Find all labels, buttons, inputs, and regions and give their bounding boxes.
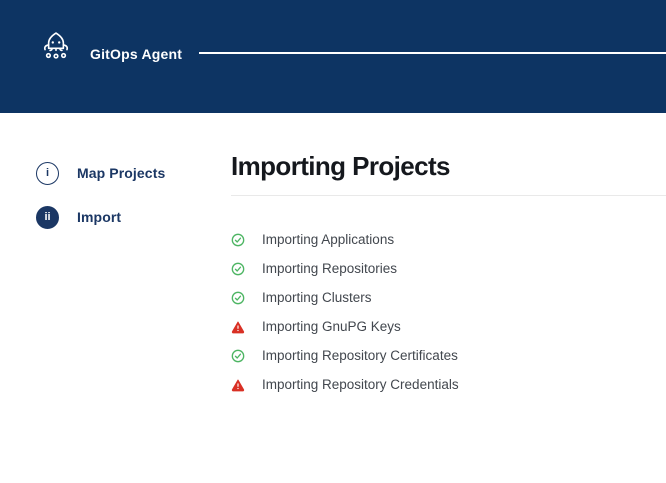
header-divider	[199, 52, 666, 54]
brand-title: GitOps Agent	[90, 46, 182, 62]
status-item-label: Importing Repository Certificates	[262, 348, 458, 363]
page: GitOps Agent i Map Projects ii Import Im…	[0, 0, 666, 483]
check-circle-icon	[231, 262, 245, 276]
wizard-step-import[interactable]: ii Import	[36, 205, 226, 229]
wizard-step-label-import: Import	[77, 209, 121, 225]
argo-squid-logo-icon	[39, 30, 73, 64]
check-circle-icon	[231, 233, 245, 247]
warning-triangle-icon	[231, 320, 245, 334]
step-2-badge: ii	[36, 206, 59, 229]
status-item-label: Importing Repositories	[262, 261, 397, 276]
import-status-list: Importing Applications Importing Reposit…	[231, 225, 459, 399]
status-item-label: Importing Repository Credentials	[262, 377, 459, 392]
status-item-label: Importing Applications	[262, 232, 394, 247]
wizard-step-map-projects[interactable]: i Map Projects	[36, 161, 226, 185]
wizard-step-label-map-projects: Map Projects	[77, 165, 165, 181]
status-item: Importing Clusters	[231, 283, 459, 312]
warning-triangle-icon	[231, 378, 245, 392]
status-item: Importing Repositories	[231, 254, 459, 283]
status-item: Importing Repository Credentials	[231, 370, 459, 399]
status-item: Importing Repository Certificates	[231, 341, 459, 370]
wizard-nav: i Map Projects ii Import	[36, 161, 226, 229]
check-circle-icon	[231, 349, 245, 363]
check-circle-icon	[231, 291, 245, 305]
step-1-badge: i	[36, 162, 59, 185]
status-item-label: Importing Clusters	[262, 290, 372, 305]
app-header: GitOps Agent	[0, 0, 666, 113]
page-title: Importing Projects	[231, 151, 450, 182]
status-item: Importing GnuPG Keys	[231, 312, 459, 341]
title-divider	[231, 195, 666, 196]
status-item: Importing Applications	[231, 225, 459, 254]
status-item-label: Importing GnuPG Keys	[262, 319, 401, 334]
